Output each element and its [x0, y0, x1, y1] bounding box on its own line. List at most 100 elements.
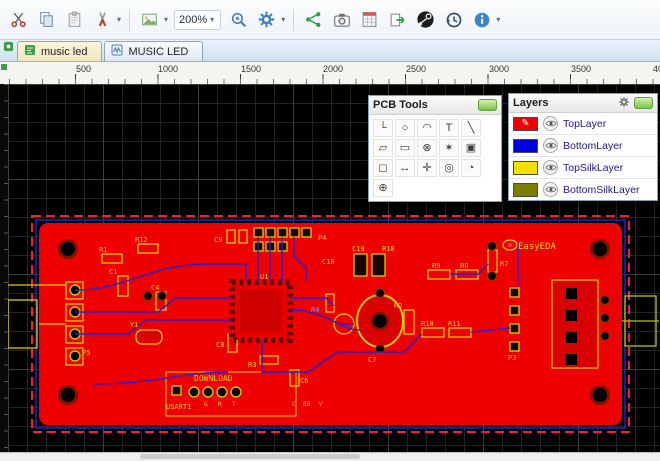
layer-row-bottomlayer[interactable]: BottomLayer — [509, 135, 657, 157]
silk-text-R18[interactable]: R18 — [382, 245, 395, 253]
silk-text-C8[interactable]: C8 — [216, 341, 224, 349]
copy-icon[interactable] — [33, 6, 60, 33]
info-icon[interactable] — [468, 6, 495, 33]
silk-text-R1[interactable]: R1 — [99, 246, 107, 254]
silk-text-C9[interactable]: C9 — [214, 236, 222, 244]
camera-icon[interactable] — [328, 6, 355, 33]
project-icon[interactable] — [3, 39, 14, 57]
community-icon[interactable] — [412, 6, 439, 33]
layers-panel-header[interactable]: Layers — [509, 94, 657, 113]
drag-tool-icon[interactable]: ✛ — [417, 159, 437, 177]
silk-text-P3[interactable]: P3 — [508, 354, 516, 362]
export-icon[interactable] — [384, 6, 411, 33]
layer-visibility-eye-icon[interactable] — [543, 138, 558, 153]
silk-text-U1[interactable]: U1 — [260, 273, 268, 281]
layer-settings-gear-icon[interactable] — [618, 96, 630, 111]
silk-text-C6[interactable]: C6 — [300, 377, 308, 385]
layers-panel: Layers ✎ TopLayer BottomLayer TopSilkLay… — [508, 93, 658, 201]
silk-text-T[interactable]: T — [232, 401, 236, 408]
history-icon[interactable] — [440, 6, 467, 33]
ruler-origin-corner — [0, 62, 8, 85]
image-layer-icon[interactable] — [136, 6, 163, 33]
hole-tool-icon[interactable]: ◻ — [373, 159, 393, 177]
silk-text-C[interactable]: C — [292, 401, 296, 408]
tab-label: music led — [41, 45, 88, 58]
rect-tool-icon[interactable]: ▭ — [395, 139, 415, 157]
ruler-tick: 1500 — [241, 64, 262, 74]
silk-text-C10[interactable]: C10 — [322, 258, 335, 266]
silk-text-R2[interactable]: R2 — [394, 302, 402, 310]
connection-tool-icon[interactable]: ⊕ — [373, 179, 393, 197]
dimension-tool-icon[interactable]: ↔ — [395, 159, 415, 177]
silk-text-R3[interactable]: R3 — [248, 361, 256, 369]
silk-text-C19[interactable]: C19 — [352, 245, 365, 253]
silk-text-R10[interactable]: R10 — [421, 320, 434, 328]
minimize-button[interactable] — [634, 97, 653, 109]
silk-text-EasyEDA[interactable]: EasyEDA — [518, 242, 557, 252]
tab-label: MUSIC LED — [128, 45, 189, 58]
bom-table-icon[interactable] — [356, 6, 383, 33]
layer-label: TopSilkLayer — [563, 161, 624, 174]
layer-color-swatch[interactable] — [513, 182, 538, 197]
pcb-tools-panel-header[interactable]: PCB Tools — [369, 96, 501, 115]
protractor-tool-icon[interactable]: ◔ — [461, 159, 481, 177]
tab-pcb-music-led[interactable]: music led — [17, 41, 103, 61]
zoom-search-icon[interactable] — [225, 6, 252, 33]
layer-visibility-eye-icon[interactable] — [543, 116, 558, 131]
layer-color-swatch[interactable] — [513, 138, 538, 153]
share-icon[interactable] — [300, 6, 327, 33]
silk-text-R[interactable]: R — [218, 401, 222, 408]
arc-tool-icon[interactable]: ◠ — [417, 119, 437, 137]
circle-tool-icon[interactable]: ○ — [395, 119, 415, 137]
silk-text-R8[interactable]: R8 — [460, 262, 468, 270]
zoom-level-select[interactable]: 200% ▾ — [174, 9, 222, 30]
dropdown-caret: ▾ — [496, 15, 501, 24]
tab-schematic-music-led[interactable]: MUSIC LED — [104, 41, 204, 61]
measure-tool-icon[interactable]: ◎ — [439, 159, 459, 177]
silk-text-G[interactable]: G — [204, 401, 208, 408]
paste-icon[interactable] — [61, 6, 88, 33]
silk-text-R7[interactable]: R7 — [500, 260, 508, 268]
layer-row-toplayer[interactable]: ✎ TopLayer — [509, 113, 657, 135]
silk-text-C1[interactable]: C1 — [109, 268, 117, 276]
silk-text-Y1[interactable]: Y1 — [130, 321, 138, 329]
layer-visibility-eye-icon[interactable] — [543, 182, 558, 197]
silk-text-C7[interactable]: C7 — [368, 356, 376, 364]
pcb-tool-grid: └ ○ ◠ T ╲ ▱ ▭ ⊗ ✶ ▣ ◻ ↔ ✛ ◎ ◔ ⊕ — [369, 115, 501, 201]
silk-text-DOWNLOAD[interactable]: DOWNLOAD — [194, 374, 233, 383]
minimize-button[interactable] — [478, 99, 497, 111]
solid-region-tool-icon[interactable]: ✶ — [439, 139, 459, 157]
scrollbar-thumb[interactable] — [140, 454, 360, 459]
silk-text-R11[interactable]: R11 — [448, 320, 461, 328]
silk-text-P5[interactable]: P5 — [82, 349, 90, 357]
layer-visibility-eye-icon[interactable] — [543, 160, 558, 175]
ruler-tick: 500 — [76, 64, 92, 74]
text-tool-icon[interactable]: T — [439, 119, 459, 137]
silk-text-B0[interactable]: B0 — [303, 401, 311, 408]
layer-color-swatch[interactable] — [513, 160, 538, 175]
silk-text-V[interactable]: V — [319, 401, 323, 408]
silk-text-R12[interactable]: R12 — [135, 236, 148, 244]
ruler-tick: 2500 — [406, 64, 427, 74]
silk-text-C4[interactable]: C4 — [151, 284, 159, 292]
track-tool-icon[interactable]: └ — [373, 119, 393, 137]
image-tool-icon[interactable]: ▣ — [461, 139, 481, 157]
layer-color-swatch[interactable]: ✎ — [513, 116, 538, 131]
toolbar-separator — [129, 8, 131, 31]
silk-text-R4[interactable]: R4 — [311, 306, 319, 314]
cut-icon[interactable] — [5, 6, 32, 33]
layer-row-bottomsilklayer[interactable]: BottomSilkLayer — [509, 179, 657, 200]
silk-text-USART1[interactable]: USART1 — [166, 403, 191, 411]
settings-gear-icon[interactable] — [253, 6, 280, 33]
pcb-tools-panel: PCB Tools └ ○ ◠ T ╲ ▱ ▭ ⊗ ✶ ▣ ◻ ↔ ✛ ◎ ◔ ⊕ — [368, 95, 502, 202]
silk-text-P4[interactable]: P4 — [318, 234, 326, 242]
via-tool-icon[interactable]: ⊗ — [417, 139, 437, 157]
wire-tool-icon[interactable] — [89, 6, 116, 33]
line-tool-icon[interactable]: ╲ — [461, 119, 481, 137]
ruler-tick: 1000 — [158, 64, 179, 74]
dropdown-caret: ▾ — [164, 15, 169, 24]
silk-text-R9[interactable]: R9 — [432, 262, 440, 270]
layer-row-topsilklayer[interactable]: TopSilkLayer — [509, 157, 657, 179]
zoom-level-value: 200% — [179, 13, 208, 26]
copper-area-tool-icon[interactable]: ▱ — [373, 139, 393, 157]
